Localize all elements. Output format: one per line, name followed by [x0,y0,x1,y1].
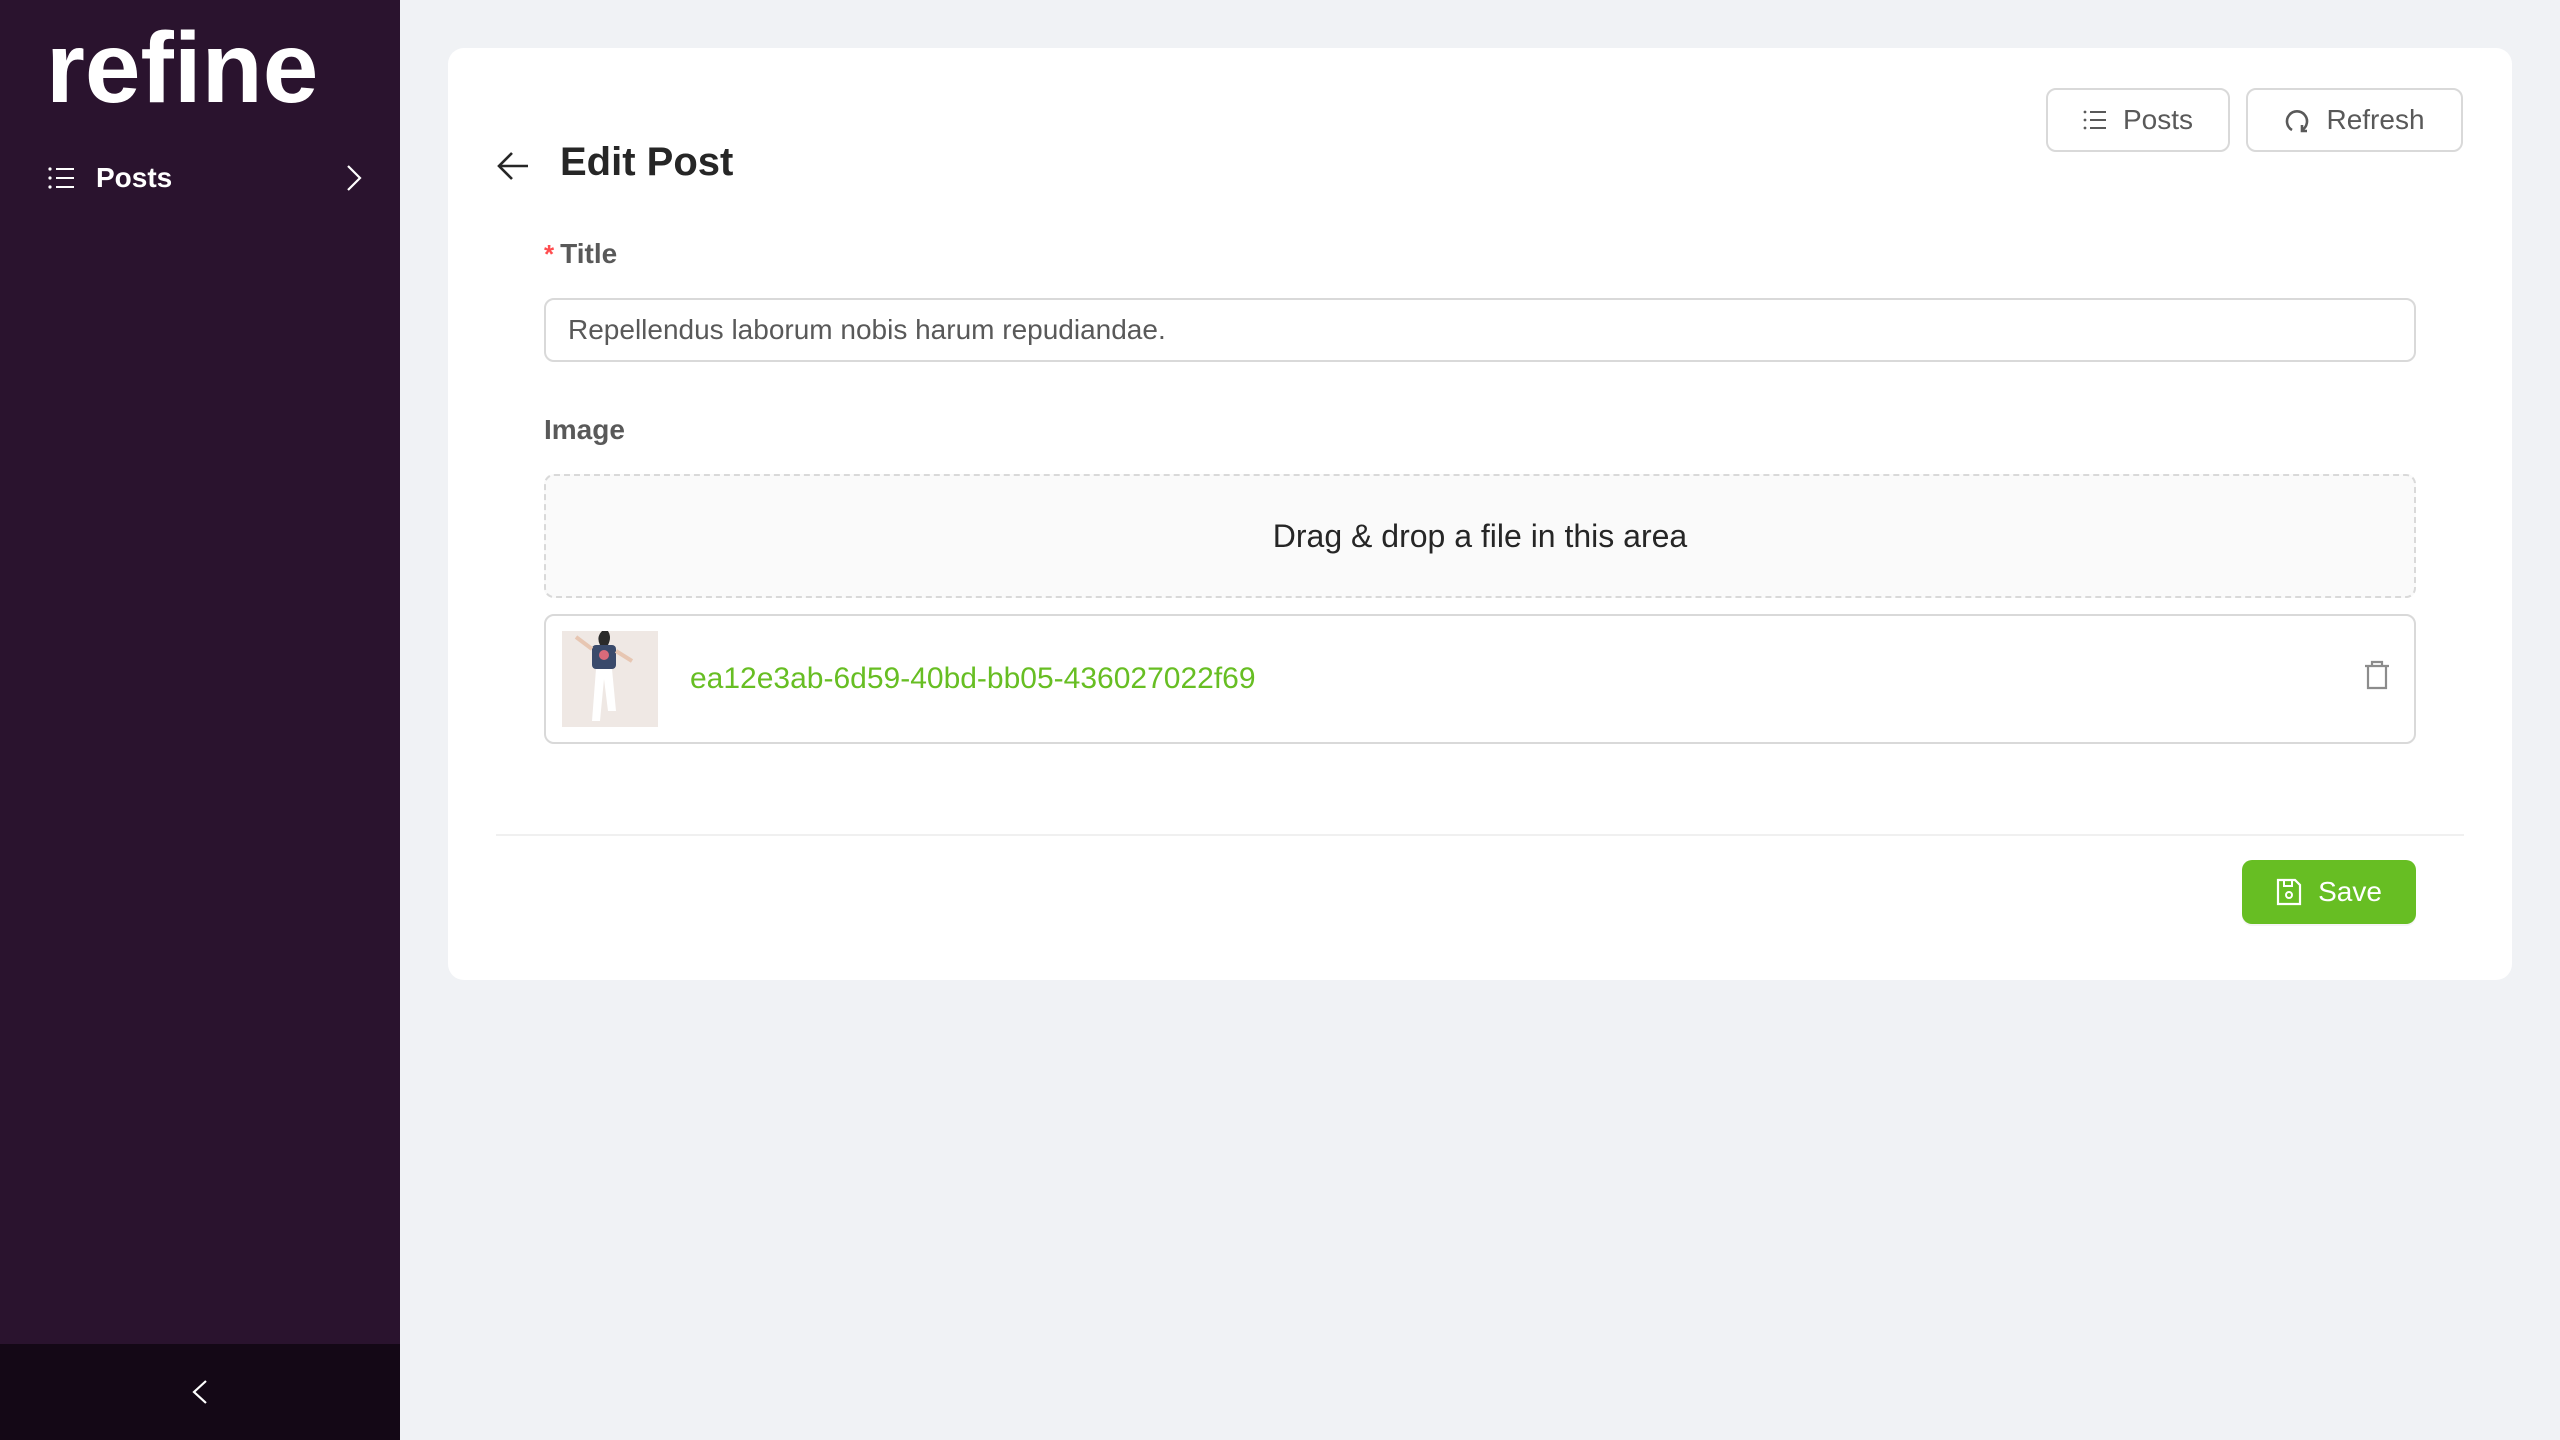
back-button[interactable] [496,148,532,184]
required-mark: * [544,238,555,269]
refresh-button-label: Refresh [2326,104,2425,135]
page-title: Edit Post [560,140,734,184]
sidebar: refine Posts [0,0,400,1440]
refresh-icon [2286,110,2309,133]
logo-text: refine [46,22,318,112]
refine-logo[interactable]: refine [46,22,356,112]
thumbnail-image [562,631,658,727]
posts-button-label: Posts [2122,104,2194,135]
edit-post-card: Edit Post Posts Refresh * Title Image Dr… [448,48,2512,980]
refresh-button[interactable]: Refresh [2246,88,2463,152]
file-name-link[interactable]: ea12e3ab-6d59-40bd-bb05-436027022f69 [690,662,1256,696]
file-thumbnail[interactable] [562,631,658,727]
sidebar-collapse-button[interactable] [0,1344,400,1440]
save-button-label: Save [2318,876,2382,907]
footer-divider [496,834,2464,836]
save-icon [2276,878,2302,906]
save-button[interactable]: Save [2242,860,2416,924]
list-icon [2083,110,2106,130]
uploaded-file-item: ea12e3ab-6d59-40bd-bb05-436027022f69 [544,614,2416,744]
title-label-text: Title [560,238,618,269]
image-label: Image [544,414,625,445]
list-icon [48,167,74,189]
chevron-right-icon [347,165,362,191]
delete-file-icon[interactable] [2364,660,2390,690]
title-label: * Title [544,234,2416,274]
chevron-left-icon [192,1380,207,1404]
title-input[interactable] [544,298,2416,362]
dropzone-text: Drag & drop a file in this area [1272,517,1688,554]
image-dropzone[interactable]: Drag & drop a file in this area [544,474,2416,598]
edit-post-form: * Title Image Drag & drop a file in this… [544,234,2416,744]
sidebar-item-posts[interactable]: Posts [0,150,400,206]
arrow-left-icon [497,152,528,180]
posts-list-button[interactable]: Posts [2046,88,2230,152]
